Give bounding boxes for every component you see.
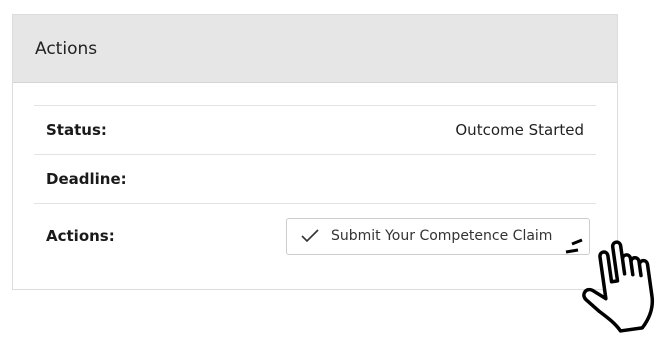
deadline-label: Deadline: xyxy=(46,170,127,188)
actions-panel: Actions Status: Outcome Started Deadline… xyxy=(12,14,618,290)
actions-row: Actions: Submit Your Competence Claim xyxy=(34,203,596,268)
status-value: Outcome Started xyxy=(455,121,584,139)
status-label: Status: xyxy=(46,121,107,139)
check-icon xyxy=(301,229,319,243)
panel-header: Actions xyxy=(13,15,617,83)
submit-competence-claim-button[interactable]: Submit Your Competence Claim xyxy=(286,217,590,255)
submit-button-label: Submit Your Competence Claim xyxy=(331,228,553,244)
panel-title: Actions xyxy=(35,38,98,59)
hand-pointer-icon xyxy=(565,238,655,333)
details-list: Status: Outcome Started Deadline: Action… xyxy=(34,105,596,268)
screen: Actions Status: Outcome Started Deadline… xyxy=(0,0,672,338)
deadline-row: Deadline: xyxy=(34,154,596,203)
actions-label: Actions: xyxy=(46,227,115,245)
status-row: Status: Outcome Started xyxy=(34,105,596,154)
